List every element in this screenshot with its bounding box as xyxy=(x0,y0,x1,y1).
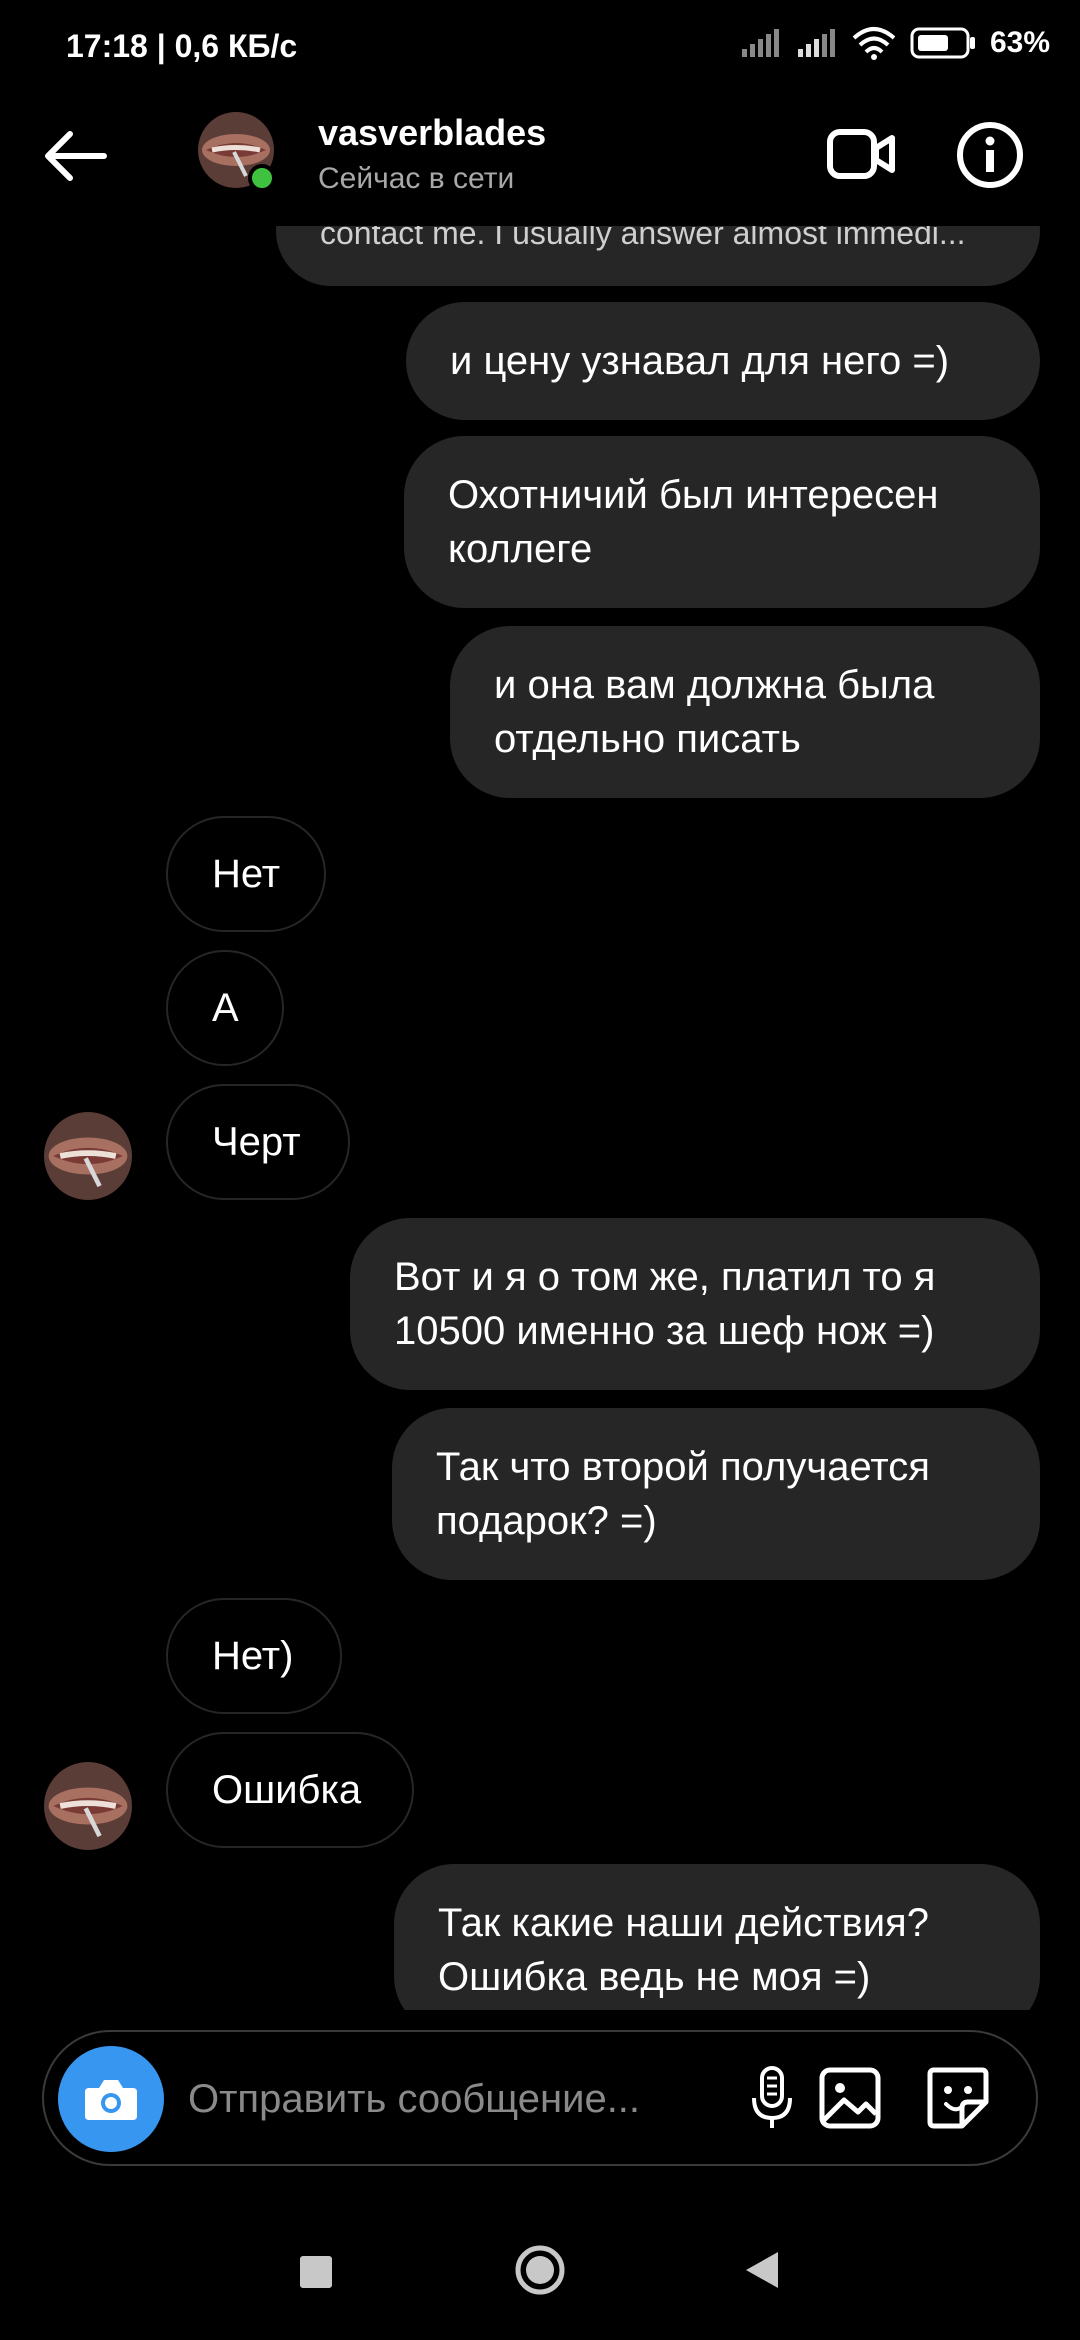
message-composer xyxy=(42,2030,1038,2166)
chat-username[interactable]: vasverblades xyxy=(318,112,546,154)
message-text: А xyxy=(212,986,239,1030)
message-text: Так какие наши действия? Ошибка ведь не … xyxy=(438,1901,929,1999)
camera-button[interactable] xyxy=(58,2046,164,2152)
signal-icon xyxy=(797,29,835,57)
avatar[interactable] xyxy=(44,1762,132,1850)
back-button[interactable] xyxy=(40,126,110,186)
online-indicator xyxy=(248,164,276,192)
message-bubble-outgoing[interactable]: Вот и я о том же, платил то я 10500 имен… xyxy=(350,1218,1040,1390)
message-bubble-outgoing[interactable]: Так какие наши действия? Ошибка ведь не … xyxy=(394,1864,1040,2010)
message-input[interactable] xyxy=(186,2066,730,2132)
gallery-icon xyxy=(819,2067,881,2129)
message-text: contact me. I usually answer almost imme… xyxy=(320,226,966,251)
message-bubble-incoming[interactable]: Нет xyxy=(166,816,326,932)
recents-square-icon[interactable] xyxy=(300,2256,332,2288)
message-bubble-outgoing[interactable]: Так что второй получается подарок? =) xyxy=(392,1408,1040,1580)
message-bubble-incoming[interactable]: А xyxy=(166,950,284,1066)
video-call-icon xyxy=(827,129,895,179)
back-arrow-icon xyxy=(45,131,107,181)
chat-header: vasverblades Сейчас в сети xyxy=(0,96,1080,226)
message-bubble-outgoing[interactable]: Охотничий был интересен коллеге xyxy=(404,436,1040,608)
message-bubble-outgoing[interactable]: и цену узнавал для него =) xyxy=(406,302,1040,420)
message-text: Нет) xyxy=(212,1634,294,1678)
signal-icon xyxy=(741,29,779,57)
status-icons: 63% xyxy=(740,26,1050,60)
info-icon xyxy=(957,122,1023,188)
sticker-button[interactable] xyxy=(920,2060,996,2136)
battery-percent: 63% xyxy=(989,26,1050,59)
gallery-button[interactable] xyxy=(812,2060,888,2136)
message-bubble-incoming[interactable]: Черт xyxy=(166,1084,350,1200)
message-text: Так что второй получается подарок? =) xyxy=(436,1445,930,1543)
message-bubble-outgoing[interactable]: и она вам должна была отдельно писать xyxy=(450,626,1040,798)
camera-icon xyxy=(85,2080,137,2120)
message-bubble-incoming[interactable]: Ошибка xyxy=(166,1732,414,1848)
sticker-icon xyxy=(927,2067,989,2129)
message-text: Вот и я о том же, платил то я 10500 имен… xyxy=(394,1255,936,1353)
message-bubble-incoming[interactable]: Нет) xyxy=(166,1598,342,1714)
info-button[interactable] xyxy=(955,120,1025,190)
message-bubble-incoming[interactable]: contact me. I usually answer almost imme… xyxy=(276,226,1040,286)
message-text: Нет xyxy=(212,852,281,896)
message-text: Охотничий был интересен коллеге xyxy=(448,473,939,571)
avatar[interactable] xyxy=(44,1112,132,1200)
message-text: Черт xyxy=(212,1120,301,1164)
system-navigation-bar xyxy=(0,2220,1080,2340)
wifi-icon xyxy=(852,27,896,60)
message-list[interactable]: contact me. I usually answer almost imme… xyxy=(0,226,1080,2010)
home-circle-icon[interactable] xyxy=(514,2244,566,2296)
video-call-button[interactable] xyxy=(826,124,896,184)
battery-icon xyxy=(910,27,975,59)
message-text: и она вам должна была отдельно писать xyxy=(494,663,935,761)
message-text: Ошибка xyxy=(212,1768,362,1812)
chat-user-status: Сейчас в сети xyxy=(318,162,515,195)
status-bar: 17:18 | 0,6 КБ/с 63% xyxy=(0,0,1080,96)
message-text: и цену узнавал для него =) xyxy=(450,339,950,383)
back-triangle-icon[interactable] xyxy=(742,2248,782,2292)
voice-message-button[interactable] xyxy=(734,2060,810,2136)
status-time: 17:18 | 0,6 КБ/с xyxy=(66,28,298,64)
microphone-icon xyxy=(752,2066,792,2128)
